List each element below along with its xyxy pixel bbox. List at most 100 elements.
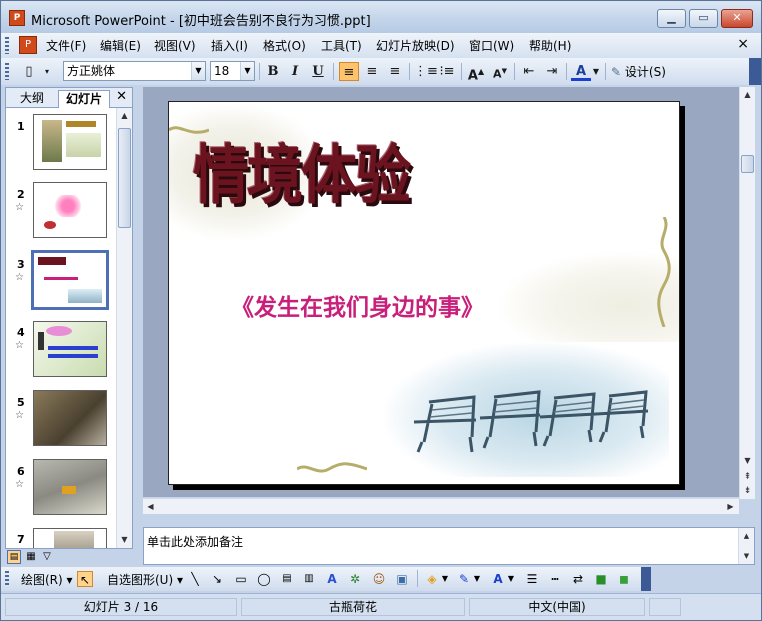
line-icon[interactable]: ╲: [187, 571, 203, 587]
menu-format[interactable]: 格式(O): [263, 37, 306, 54]
draw-menu-button[interactable]: 绘图(R) ▾: [21, 571, 73, 588]
oval-icon[interactable]: ◯: [256, 571, 272, 587]
status-template[interactable]: 古瓶荷花: [241, 598, 465, 616]
normal-view-icon[interactable]: ▤: [7, 550, 21, 564]
slide-thumbnail-1[interactable]: [33, 114, 107, 170]
scroll-thumb[interactable]: [741, 155, 754, 173]
insert-picture-icon[interactable]: ▣: [394, 571, 410, 587]
grow-font-icon: A: [467, 68, 478, 84]
slide-sorter-icon[interactable]: ▦: [24, 550, 38, 564]
title-bar: P Microsoft PowerPoint - [初中班会告别不良行为习惯.p…: [1, 1, 761, 33]
toolbar-grip[interactable]: [5, 63, 9, 80]
font-color-button[interactable]: A: [571, 62, 591, 81]
slide-thumbnail-6[interactable]: [33, 459, 107, 515]
font-color-icon[interactable]: A: [490, 571, 506, 587]
slide-subtitle[interactable]: 《发生在我们身边的事》: [231, 288, 484, 322]
font-name-select[interactable]: 方正姚体 ▼: [63, 61, 206, 81]
chevron-down-icon[interactable]: ▼: [240, 62, 254, 80]
tab-slides[interactable]: 幻灯片: [58, 90, 110, 108]
grow-font-button[interactable]: A▲: [466, 62, 486, 84]
slideshow-icon[interactable]: ▽: [40, 550, 54, 564]
chevron-down-icon[interactable]: ▼: [191, 62, 205, 80]
slide-thumbnail-2[interactable]: [33, 182, 107, 238]
menu-tools[interactable]: 工具(T): [321, 37, 362, 54]
slide-thumbnail-5[interactable]: [33, 390, 107, 446]
autoshapes-button[interactable]: 自选图形(U) ▾: [107, 571, 183, 588]
document-icon[interactable]: P: [19, 36, 37, 54]
italic-button[interactable]: I: [285, 62, 305, 81]
scroll-up-icon[interactable]: ▲: [739, 528, 754, 544]
new-document-icon[interactable]: ▯: [19, 62, 39, 81]
fill-color-icon[interactable]: ◈: [424, 571, 440, 587]
rectangle-icon[interactable]: ▭: [233, 571, 249, 587]
shadow-style-icon[interactable]: ■: [593, 571, 609, 587]
scroll-up-icon[interactable]: ▲: [740, 87, 755, 103]
slide-horizontal-scrollbar[interactable]: ◀ ▶: [143, 498, 739, 514]
slide-canvas[interactable]: 情境体验 《发生在我们身边的事》: [168, 101, 680, 485]
textbox-icon[interactable]: ▤: [279, 571, 295, 587]
menu-window[interactable]: 窗口(W): [469, 37, 514, 54]
align-center-button[interactable]: ≡: [362, 62, 382, 81]
powerpoint-icon[interactable]: P: [9, 10, 25, 26]
toolbar-options-icon[interactable]: ▾: [41, 62, 53, 81]
align-left-button[interactable]: ≡: [339, 62, 359, 81]
toolbar-overflow-button[interactable]: [749, 58, 761, 85]
shrink-font-button[interactable]: A▼: [490, 62, 510, 81]
slide-thumbnail-7[interactable]: [33, 528, 107, 548]
scroll-down-icon[interactable]: ▼: [740, 453, 755, 469]
line-style-icon[interactable]: ☰: [524, 571, 540, 587]
vertical-textbox-icon[interactable]: ▥: [301, 571, 317, 587]
next-slide-icon[interactable]: ⇟: [740, 483, 755, 499]
align-right-button[interactable]: ≡: [385, 62, 405, 81]
chevron-down-icon[interactable]: ▼: [591, 62, 601, 81]
menu-grip[interactable]: [5, 37, 9, 54]
arrow-style-icon[interactable]: ⇄: [570, 571, 586, 587]
scroll-down-icon[interactable]: ▼: [117, 532, 132, 548]
wordart-icon[interactable]: A: [324, 571, 340, 587]
menu-file[interactable]: 文件(F): [46, 37, 86, 54]
notes-pane[interactable]: 单击此处添加备注 ▲ ▼: [143, 527, 755, 565]
select-pointer-icon[interactable]: ↖: [77, 571, 93, 587]
notes-scrollbar[interactable]: ▲ ▼: [738, 528, 754, 564]
slide-vertical-scrollbar[interactable]: ▲ ▼ ⇞ ⇟: [739, 87, 755, 499]
slide-title[interactable]: 情境体验: [193, 124, 411, 217]
increase-indent-button[interactable]: ⇥: [542, 62, 562, 81]
menu-edit[interactable]: 编辑(E): [100, 37, 141, 54]
bold-button[interactable]: B: [263, 62, 283, 81]
bullets-button[interactable]: ⁝≡: [437, 62, 457, 81]
document-close-icon[interactable]: ×: [737, 36, 749, 52]
scroll-left-icon[interactable]: ◀: [143, 499, 158, 515]
3d-style-icon[interactable]: ◼: [616, 571, 632, 587]
menu-help[interactable]: 帮助(H): [529, 37, 571, 54]
menu-slideshow[interactable]: 幻灯片放映(D): [376, 37, 455, 54]
slide-thumbnail-4[interactable]: [33, 321, 107, 377]
toolbar-overflow-button[interactable]: [641, 567, 651, 591]
slide-thumbnail-3-selected[interactable]: [31, 250, 109, 310]
scroll-thumb[interactable]: [118, 128, 131, 228]
minimize-button[interactable]: ▁: [657, 9, 686, 28]
chevron-down-icon[interactable]: ▼: [472, 571, 482, 587]
slides-scrollbar[interactable]: ▲ ▼: [116, 108, 132, 548]
scroll-down-icon[interactable]: ▼: [739, 548, 754, 564]
dash-style-icon[interactable]: ┅: [547, 571, 563, 587]
close-button[interactable]: ✕: [721, 9, 753, 28]
toolbar-grip[interactable]: [5, 571, 9, 587]
scroll-up-icon[interactable]: ▲: [117, 108, 132, 124]
pane-close-icon[interactable]: ✕: [116, 89, 127, 104]
line-color-icon[interactable]: ✎: [456, 571, 472, 587]
diagram-icon[interactable]: ✲: [347, 571, 363, 587]
design-button[interactable]: ✎ 设计(S): [611, 63, 666, 80]
underline-button[interactable]: U: [308, 62, 328, 81]
menu-insert[interactable]: 插入(I): [211, 37, 248, 54]
numbering-button[interactable]: ⋮≡: [414, 62, 438, 81]
chevron-down-icon[interactable]: ▼: [506, 571, 516, 587]
arrow-icon[interactable]: ↘: [209, 571, 225, 587]
decrease-indent-button[interactable]: ⇤: [519, 62, 539, 81]
chevron-down-icon[interactable]: ▼: [440, 571, 450, 587]
clipart-icon[interactable]: ☺: [371, 571, 387, 587]
tab-outline[interactable]: 大纲: [10, 90, 54, 108]
menu-view[interactable]: 视图(V): [154, 37, 196, 54]
maximize-button[interactable]: ▭: [689, 9, 718, 28]
font-size-select[interactable]: 18 ▼: [210, 61, 255, 81]
scroll-right-icon[interactable]: ▶: [723, 499, 738, 515]
